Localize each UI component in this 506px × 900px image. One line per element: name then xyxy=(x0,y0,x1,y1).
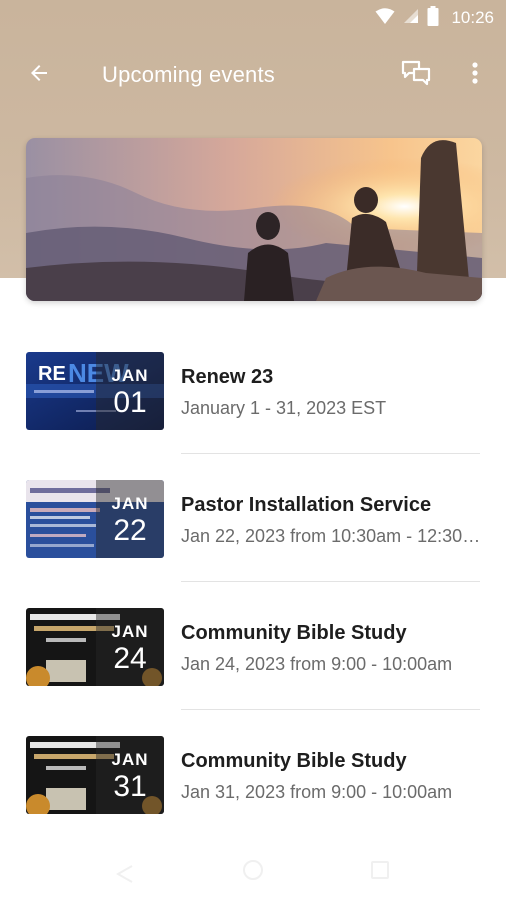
battery-icon xyxy=(427,5,439,31)
event-list-item[interactable]: JAN 24 Community Bible Study Jan 24, 202… xyxy=(0,582,506,710)
more-vertical-icon xyxy=(472,61,478,90)
event-thumbnail: JAN 24 xyxy=(26,608,164,686)
event-thumbnail: RE NEW JAN 01 xyxy=(26,352,164,430)
app-bar: Upcoming events xyxy=(0,50,506,100)
more-options-button[interactable] xyxy=(460,58,490,92)
nav-back-button[interactable] xyxy=(112,860,136,889)
event-date-badge: JAN 31 xyxy=(96,736,164,814)
status-icons: 10:26 xyxy=(375,5,494,31)
event-date-range: Jan 31, 2023 from 9:00 - 10:00am xyxy=(181,782,453,802)
event-date-day: 01 xyxy=(113,386,147,419)
system-nav-bar xyxy=(0,848,506,900)
page-title: Upcoming events xyxy=(102,62,275,87)
svg-text:RE: RE xyxy=(38,363,66,385)
event-title: Community Bible Study xyxy=(181,750,407,772)
status-time: 10:26 xyxy=(451,8,494,27)
event-date-month: JAN xyxy=(111,366,149,385)
event-date-badge: JAN 24 xyxy=(96,608,164,686)
event-thumbnail: JAN 31 xyxy=(26,736,164,814)
nav-recents-button[interactable] xyxy=(368,858,392,887)
event-date-day: 31 xyxy=(113,770,147,803)
nav-home-button[interactable] xyxy=(241,858,265,887)
event-list-item[interactable]: RE NEW JAN 01 Renew 23 January 1 - 31, 2… xyxy=(0,326,506,454)
event-list-item[interactable]: JAN 22 Pastor Installation Service Jan 2… xyxy=(0,454,506,582)
back-button[interactable] xyxy=(22,58,56,92)
event-date-range: Jan 24, 2023 from 9:00 - 10:00am xyxy=(181,654,453,674)
event-date-range: Jan 22, 2023 from 10:30am - 12:30pm xyxy=(181,526,481,546)
event-date-badge: JAN 22 xyxy=(96,480,164,558)
cell-signal-icon xyxy=(403,8,419,29)
wifi-icon xyxy=(375,7,395,30)
event-date-day: 24 xyxy=(113,642,147,675)
event-date-day: 22 xyxy=(113,514,147,547)
event-title: Pastor Installation Service xyxy=(181,494,432,516)
status-bar: 10:26 xyxy=(0,0,506,38)
hero-image xyxy=(26,138,482,301)
arrow-left-icon xyxy=(27,61,51,90)
event-title: Renew 23 xyxy=(181,366,274,388)
chat-button[interactable] xyxy=(398,58,434,92)
event-title: Community Bible Study xyxy=(181,622,407,644)
event-date-month: JAN xyxy=(111,622,149,641)
event-date-month: JAN xyxy=(111,494,149,513)
event-thumbnail: JAN 22 xyxy=(26,480,164,558)
chat-bubbles-icon xyxy=(401,60,431,91)
event-date-range: January 1 - 31, 2023 EST xyxy=(181,398,387,418)
event-list: RE NEW JAN 01 Renew 23 January 1 - 31, 2… xyxy=(0,326,506,838)
event-date-badge: JAN 01 xyxy=(96,352,164,430)
event-date-month: JAN xyxy=(111,750,149,769)
event-list-item[interactable]: JAN 31 Community Bible Study Jan 31, 202… xyxy=(0,710,506,838)
